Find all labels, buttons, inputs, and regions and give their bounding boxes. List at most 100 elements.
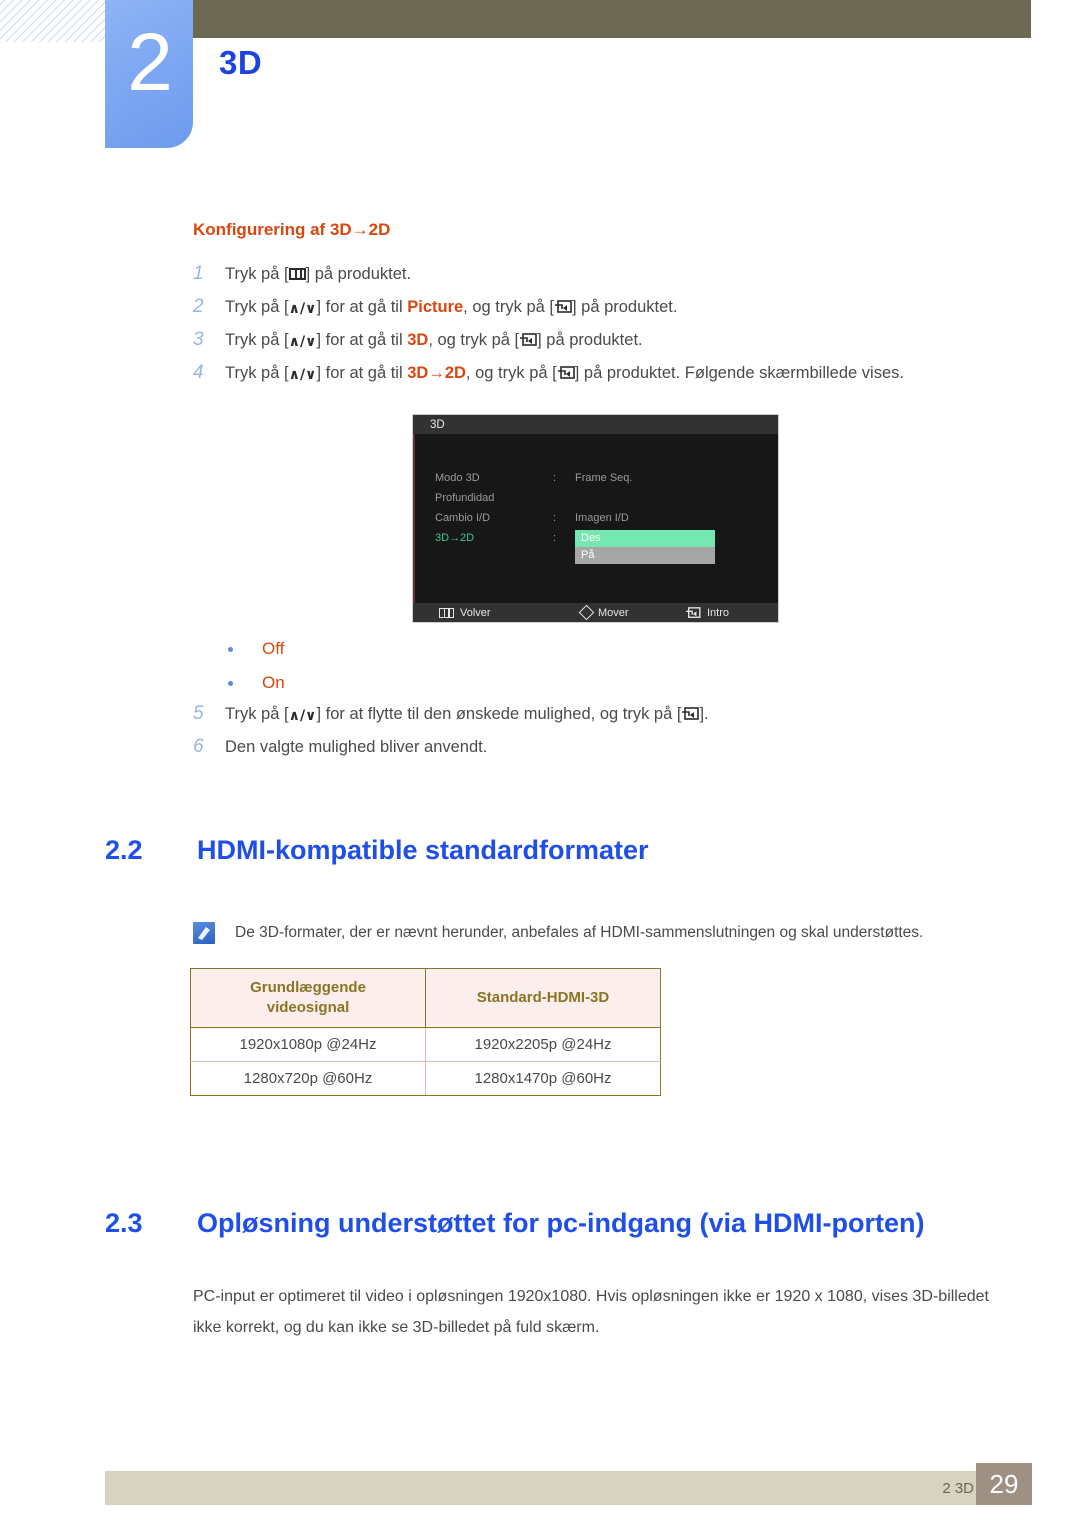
footer-chapter-label: 2 3D: [942, 1480, 974, 1497]
osd-row-value: Frame Seq.: [575, 472, 633, 484]
step-number: 5: [193, 703, 204, 724]
note-icon: [193, 922, 215, 944]
list-item: 3 Tryk på [∧/∨] for at gå til 3D, og try…: [193, 329, 1013, 351]
step-text: Tryk på [∧/∨] for at flytte til den ønsk…: [225, 704, 709, 725]
option-bullet-list: Off On: [228, 632, 285, 700]
step-text-part: ] for at flytte til den ønskede mulighed…: [316, 705, 682, 723]
enter-key-icon: [519, 333, 537, 347]
section-title: HDMI-kompatible standardformater: [197, 835, 649, 865]
table-row: 1280x720p @60Hz 1280x1470p @60Hz: [190, 1061, 661, 1096]
step-text: Tryk på [∧/∨] for at gå til Picture, og …: [225, 297, 677, 318]
step-number: 6: [193, 736, 204, 757]
step-text-part: , og tryk på [: [463, 298, 554, 316]
section-title: Opløsning understøttet for pc-indgang (v…: [197, 1208, 925, 1238]
step-text-part: ] for at gå til: [316, 364, 408, 382]
menu-key-icon: [288, 268, 306, 280]
enter-key-icon: [681, 707, 700, 721]
step-list-continued: 5 Tryk på [∧/∨] for at flytte til den øn…: [193, 703, 1013, 769]
step-text-part: ] for at gå til: [316, 331, 408, 349]
list-item: 4 Tryk på [∧/∨] for at gå til 3D→2D, og …: [193, 362, 1013, 384]
page-number-box: 29: [976, 1463, 1032, 1505]
step-text-part: ] på produktet.: [537, 331, 643, 349]
table-header-line1: Grundlæggende: [250, 979, 366, 996]
list-item: On: [228, 666, 285, 700]
step-text-part: Tryk på [: [225, 705, 289, 723]
step-highlight: Picture: [407, 298, 464, 316]
page-number: 29: [989, 1468, 1019, 1499]
step-text-part: ] på produktet.: [305, 265, 412, 283]
list-item: 1 Tryk på [] på produktet.: [193, 263, 1013, 285]
updown-key-icon: ∧/∨: [288, 708, 317, 724]
enter-key-icon: [557, 366, 575, 380]
step-text-part: Tryk på [: [225, 331, 289, 349]
osd-row: Modo 3D : Frame Seq.: [435, 472, 632, 484]
osd-row: Cambio I/D : Imagen I/D: [435, 512, 629, 524]
step-highlight: 3D→2D: [407, 364, 466, 382]
osd-row-selected: 3D→2D :: [435, 532, 575, 544]
footer-band: [105, 1471, 1031, 1505]
table-row: 1920x1080p @24Hz 1920x2205p @24Hz: [190, 1027, 661, 1062]
step-list: 1 Tryk på [] på produktet. 2 Tryk på [∧/…: [193, 263, 1013, 395]
enter-key-icon: [554, 300, 572, 314]
table-cell: 1920x2205p @24Hz: [425, 1027, 661, 1062]
step-text-part: Tryk på [: [225, 298, 289, 316]
osd-footer-label: Intro: [707, 606, 730, 619]
chapter-tab: 2: [105, 0, 193, 148]
updown-key-icon: ∧/∨: [288, 334, 317, 350]
updown-key-icon: ∧/∨: [288, 367, 317, 383]
osd-footer-item-move: Mover: [578, 603, 629, 622]
header-olive-band: [193, 0, 1031, 38]
step-text: Tryk på [∧/∨] for at gå til 3D, og tryk …: [225, 330, 643, 351]
osd-row-label: Modo 3D: [435, 472, 480, 484]
step-text-part: Tryk på [: [225, 364, 289, 382]
osd-footer-label: Volver: [460, 606, 491, 619]
section-number: 2.3: [105, 1208, 143, 1238]
list-item: 5 Tryk på [∧/∨] for at flytte til den øn…: [193, 703, 1013, 725]
updown-key-icon: ∧/∨: [288, 301, 317, 317]
bullet-label: Off: [262, 639, 285, 658]
table-cell: 1920x1080p @24Hz: [190, 1027, 426, 1062]
osd-preview: 3D Modo 3D : Frame Seq. Profundidad Camb…: [412, 414, 779, 623]
osd-footer-label: Mover: [598, 606, 629, 619]
hatch-decoration: [0, 0, 108, 42]
osd-row-value: Imagen I/D: [575, 512, 629, 524]
osd-option-list[interactable]: Des På: [575, 530, 715, 564]
table-cell: 1280x720p @60Hz: [190, 1061, 426, 1096]
section-23-paragraph: PC-input er optimeret til video i opløsn…: [193, 1288, 989, 1336]
table-header-cell: Grundlæggende videosignal: [190, 968, 426, 1028]
osd-row-label: Profundidad: [435, 492, 495, 504]
osd-option-highlighted[interactable]: Des: [575, 530, 715, 547]
note-block: De 3D-formater, der er nævnt herunder, a…: [193, 922, 1023, 944]
step-text: Den valgte mulighed bliver anvendt.: [225, 738, 488, 756]
osd-row-colon: :: [553, 512, 557, 524]
step-text-part: ].: [699, 705, 709, 723]
osd-row-colon: :: [553, 472, 557, 484]
section-heading-22: 2.2 HDMI-kompatible standardformater: [105, 835, 649, 866]
osd-title: 3D: [413, 415, 778, 434]
table-header-line2: videosignal: [266, 999, 350, 1016]
osd-option[interactable]: På: [575, 547, 715, 564]
step-text: Tryk på [∧/∨] for at gå til 3D→2D, og tr…: [225, 363, 904, 384]
menu-icon: [439, 607, 454, 618]
step-text-part: , og tryk på [: [465, 364, 557, 382]
table-cell: 1280x1470p @60Hz: [425, 1061, 661, 1096]
step-text-part: ] på produktet.: [571, 298, 678, 316]
list-item: Off: [228, 632, 285, 666]
osd-row-label: Cambio I/D: [435, 512, 491, 524]
bullet-icon: [228, 646, 233, 652]
section-heading-23: 2.3 Opløsning understøttet for pc-indgan…: [105, 1208, 924, 1239]
step-text-part: Tryk på [: [225, 265, 289, 283]
subsection-heading: Konfigurering af 3D→2D: [193, 220, 391, 239]
bullet-icon: [228, 680, 233, 686]
hdmi-format-table: Grundlæggende videosignal Standard-HDMI-…: [190, 968, 661, 1096]
step-number: 2: [193, 296, 204, 317]
step-text-part: ] på produktet. Følgende skærmbillede vi…: [574, 364, 904, 382]
osd-body: Modo 3D : Frame Seq. Profundidad Cambio …: [413, 434, 778, 605]
step-highlight: 3D: [407, 331, 429, 349]
step-number: 3: [193, 329, 204, 350]
osd-row-label: 3D→2D: [435, 532, 475, 544]
step-text-part: , og tryk på [: [428, 331, 520, 349]
osd-footer-item-back: Volver: [439, 603, 491, 622]
note-text: De 3D-formater, der er nævnt herunder, a…: [235, 924, 924, 941]
chapter-title: 3D: [219, 44, 263, 81]
